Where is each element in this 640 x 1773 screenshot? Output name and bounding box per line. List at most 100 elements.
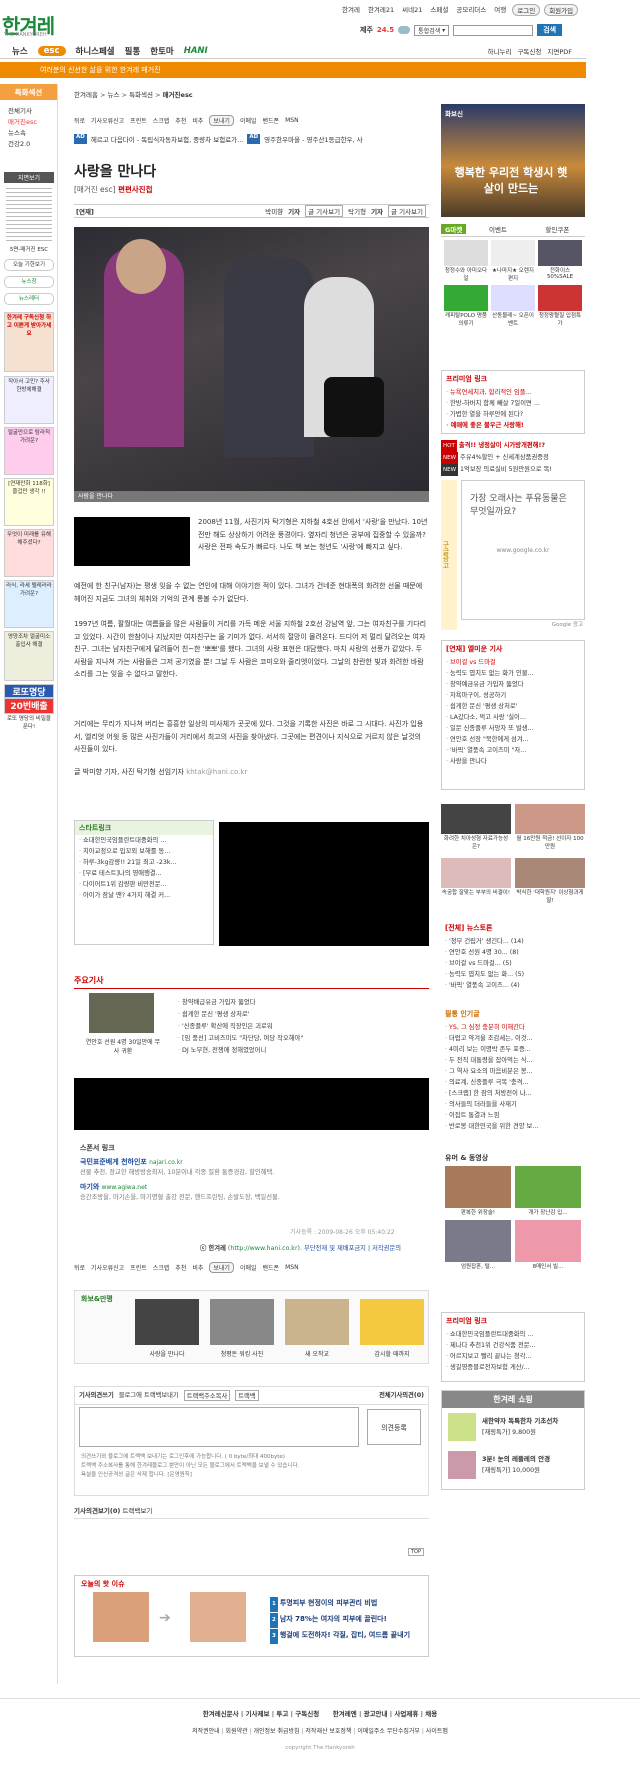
strip-thumb-3[interactable] (285, 1299, 349, 1345)
startlink-item[interactable]: [무료 테스트]나의 영애행결... (79, 868, 209, 879)
search-button[interactable]: 검색 (537, 24, 563, 36)
print-button[interactable]: 프린트 (130, 1263, 147, 1272)
strip-caption-1[interactable]: 사랑을 만나다 (135, 1349, 199, 1358)
email-button[interactable]: 이메일 (240, 116, 257, 125)
humor-item[interactable]: 판복한 위장술! (445, 1166, 511, 1216)
blog-item[interactable]: 의사들의 더러들을 사재기 (445, 1099, 581, 1110)
ad-block-3[interactable] (74, 1078, 429, 1130)
writer-2-blog[interactable]: 글 기사보기 (388, 205, 426, 217)
today-button[interactable]: 오늘 기한보기 (4, 259, 54, 271)
sponsor-2-name[interactable]: 마기와 (80, 1183, 99, 1191)
top-link-travel[interactable]: 여행 (492, 4, 508, 16)
premium-item[interactable]: 가볍한 열을 하루만에 된다? (446, 409, 580, 420)
top-button[interactable]: TOP (408, 1548, 425, 1556)
startlink-item[interactable]: 하루-3kg감량!! 21일 최고 -23k... (79, 857, 209, 868)
issue-item[interactable]: 3 행걸에 도전하자! 각질, 잡티, 여드름 끝내기 (270, 1628, 410, 1644)
series-item[interactable]: LA갔다소, 먹고 사랑 '실이... (446, 712, 580, 723)
startlink-item[interactable]: 쇼대한민국임플란트대중화의 ... (79, 835, 209, 846)
ad-banner-3[interactable]: [연재만화 118화] 즐겁만 생각 !! (4, 478, 54, 526)
footer-link[interactable]: 채용 (425, 1710, 437, 1718)
pdf-thumbnail[interactable] (6, 185, 52, 243)
footer-link[interactable]: 회원약관 (226, 1728, 248, 1735)
recommend-button[interactable]: 추천 (175, 1263, 186, 1272)
footer-link[interactable]: 사이트맵 (426, 1728, 448, 1735)
major-item[interactable]: [임 풍선] 고비즈미도 "차단당, 여당 작오해야" (178, 1033, 303, 1045)
premium-item[interactable]: 한방-하버치 함께 빼살 7일이면 ... (446, 398, 580, 409)
nav-news[interactable]: 뉴스 (12, 45, 28, 57)
series-item[interactable]: '바픽' 열풍속 고이즈미 "자... (446, 745, 580, 756)
startlink-item[interactable]: 아이가 잠날 땐? 4가지 해결 커... (79, 890, 209, 901)
debate-item[interactable]: 브이걸 vs 드마걸... (5) (445, 958, 581, 969)
print-button[interactable]: 프린트 (130, 116, 147, 125)
crumb-home[interactable]: 한겨레홈 (74, 91, 98, 99)
nav-hanispecial[interactable]: 하니스페셜 (76, 45, 115, 57)
ad-banner-4[interactable]: 무엇이 미래를 유해 해주셨다? (4, 529, 54, 577)
blog-item[interactable]: 두 전직 대통령을 잡아먹는 식... (445, 1055, 581, 1066)
shop-item-2-name[interactable]: 3분! 눈의 레플레의 안경 (482, 1453, 550, 1463)
right-banner[interactable]: 화보신 행복한 우리전 학생시 햇살이 만드는 (441, 104, 585, 217)
comment-sub[interactable]: 블로그에 트랙백보내기 (119, 1390, 179, 1401)
copyright-links[interactable]: 무단전재 및 재배포금지 | 저작권문의 (304, 1245, 401, 1252)
ad-block-1[interactable] (74, 517, 190, 566)
sign-email[interactable]: khtak@hani.co.kr (186, 768, 247, 776)
crumb-special[interactable]: 특화섹션 (129, 91, 153, 99)
report-error-button[interactable]: 기사오류신고 (91, 116, 124, 125)
issue-item[interactable]: 2 남자 78%는 여자의 피부에 끌린다! (270, 1612, 410, 1628)
issue-item[interactable]: 1 투명피부 현정이의 피부관리 비법 (270, 1596, 410, 1612)
ad-line-2[interactable]: 영주한우마을 - 영주산1등급한우, 사 (264, 134, 362, 144)
nav-hanitv[interactable]: HANI (184, 46, 208, 56)
unrecommend-button[interactable]: 비추 (192, 116, 203, 125)
major-item[interactable]: 쉽게한 문신 '평생 상처로' (178, 1009, 303, 1021)
msn-button[interactable]: MSN (285, 1264, 298, 1271)
series-item[interactable]: 능력도 엽치도 없는 화가 인물... (446, 668, 580, 679)
issue-after-image[interactable] (190, 1592, 246, 1642)
series-item[interactable]: 브이걸 vs 드마걸 (446, 657, 580, 668)
premium-item[interactable]: 예매에 좋은 불우근 사랑해! (446, 420, 580, 431)
series-item[interactable]: 일문 신종플루 사망자 또 발생... (446, 723, 580, 734)
hot-link[interactable]: NEW 1억보장 의료실비 5원만원으로 똑! (441, 464, 585, 476)
scrap-button[interactable]: 스크랩 (153, 116, 170, 125)
major-photo-caption[interactable]: 연안호 선원 4명 30일만에 무사 귀환 (84, 1037, 162, 1055)
blog-item[interactable]: 4미리 보는 이명박 존두 포증... (445, 1044, 581, 1055)
issue-before-image[interactable] (93, 1592, 149, 1642)
strip-thumb-1[interactable] (135, 1299, 199, 1345)
lotto-desc[interactable]: 로또 명당의 비밀을 푼다! (4, 714, 54, 736)
ad-block-2[interactable] (219, 822, 429, 946)
humor-item[interactable]: 8매인서 빌... (515, 1220, 581, 1270)
copyright-url[interactable]: (http://www.hani.co.kr). (228, 1245, 302, 1252)
newsletter-button[interactable]: 뉴스레터 (4, 293, 54, 305)
ad-line-1[interactable]: 헤르고 다음다이 - 독립식자동차보험, 중량차 보험료가... (91, 134, 244, 144)
shop-item-1-name[interactable]: 새한약자 독특한차 기초선차 (482, 1415, 558, 1425)
left-menu-all[interactable]: 전체기사 (8, 106, 57, 117)
top-link-leaders[interactable]: 공모리더스 (454, 4, 488, 16)
nav-haninuri[interactable]: 하니누리 (488, 46, 512, 56)
writer-2[interactable]: 탁기형 (348, 206, 366, 216)
hot-link[interactable]: HOT 출격!! 냉정살이 시가방개편해!? (441, 440, 585, 452)
footer-link[interactable]: 한겨레신문사 (203, 1710, 239, 1718)
footer-link[interactable]: 이메일주소 무단수집거부 (357, 1728, 420, 1735)
humor-item[interactable]: 개가 장난감 입... (515, 1166, 581, 1216)
right-photo-item[interactable]: 박식한 '대학원지' 이상형과게 딸! (515, 858, 585, 908)
send-button[interactable]: 보내기 (209, 115, 234, 126)
search-scope-select[interactable]: 통합검색 ▾ (414, 24, 450, 36)
footer-link[interactable]: 저작권안내 (192, 1728, 220, 1735)
sponsor-1-name[interactable]: 국민표준배게 천하인포 (80, 1158, 147, 1166)
major-item[interactable]: 창약배급유금 가입자 뚫었다 (178, 997, 303, 1009)
humor-item[interactable]: 엄원잡혼, 털... (445, 1220, 511, 1270)
strip-caption-3[interactable]: 새 오작교 (285, 1349, 349, 1358)
trackback-button[interactable]: 트랙백 (235, 1390, 259, 1401)
ad-banner-2[interactable]: 얼굴만으로 탐라적 가려운? (4, 427, 54, 475)
sponsor-1-url[interactable]: najari.co.kr (149, 1159, 183, 1166)
blog-item[interactable]: 의료계, 신종플루 극복 '충격... (445, 1077, 581, 1088)
nav-hantoma[interactable]: 한토마 (150, 45, 173, 57)
hot-link[interactable]: NEW 주유4%할인 + 신세계상품권증정 (441, 452, 585, 464)
left-menu-newssok[interactable]: 뉴스속 (8, 128, 57, 139)
blog-item[interactable]: YS, 그 심정 충분히 이해간다 (445, 1022, 581, 1033)
left-menu-esc[interactable]: 매거진esc (8, 117, 57, 128)
right-photo-item[interactable]: 속궁합 잘맞는 부부의 비결이! (441, 858, 511, 908)
gmarket-item[interactable]: 캐피탈POLO 명품의류기 (444, 285, 488, 327)
footer-link[interactable]: 사업제휴 (394, 1710, 418, 1718)
left-menu-health[interactable]: 건강2.0 (8, 139, 57, 150)
premium2-item[interactable]: 제나다 추천1위 건강식품 전문... (446, 1340, 580, 1351)
comment-textarea[interactable] (79, 1407, 359, 1447)
